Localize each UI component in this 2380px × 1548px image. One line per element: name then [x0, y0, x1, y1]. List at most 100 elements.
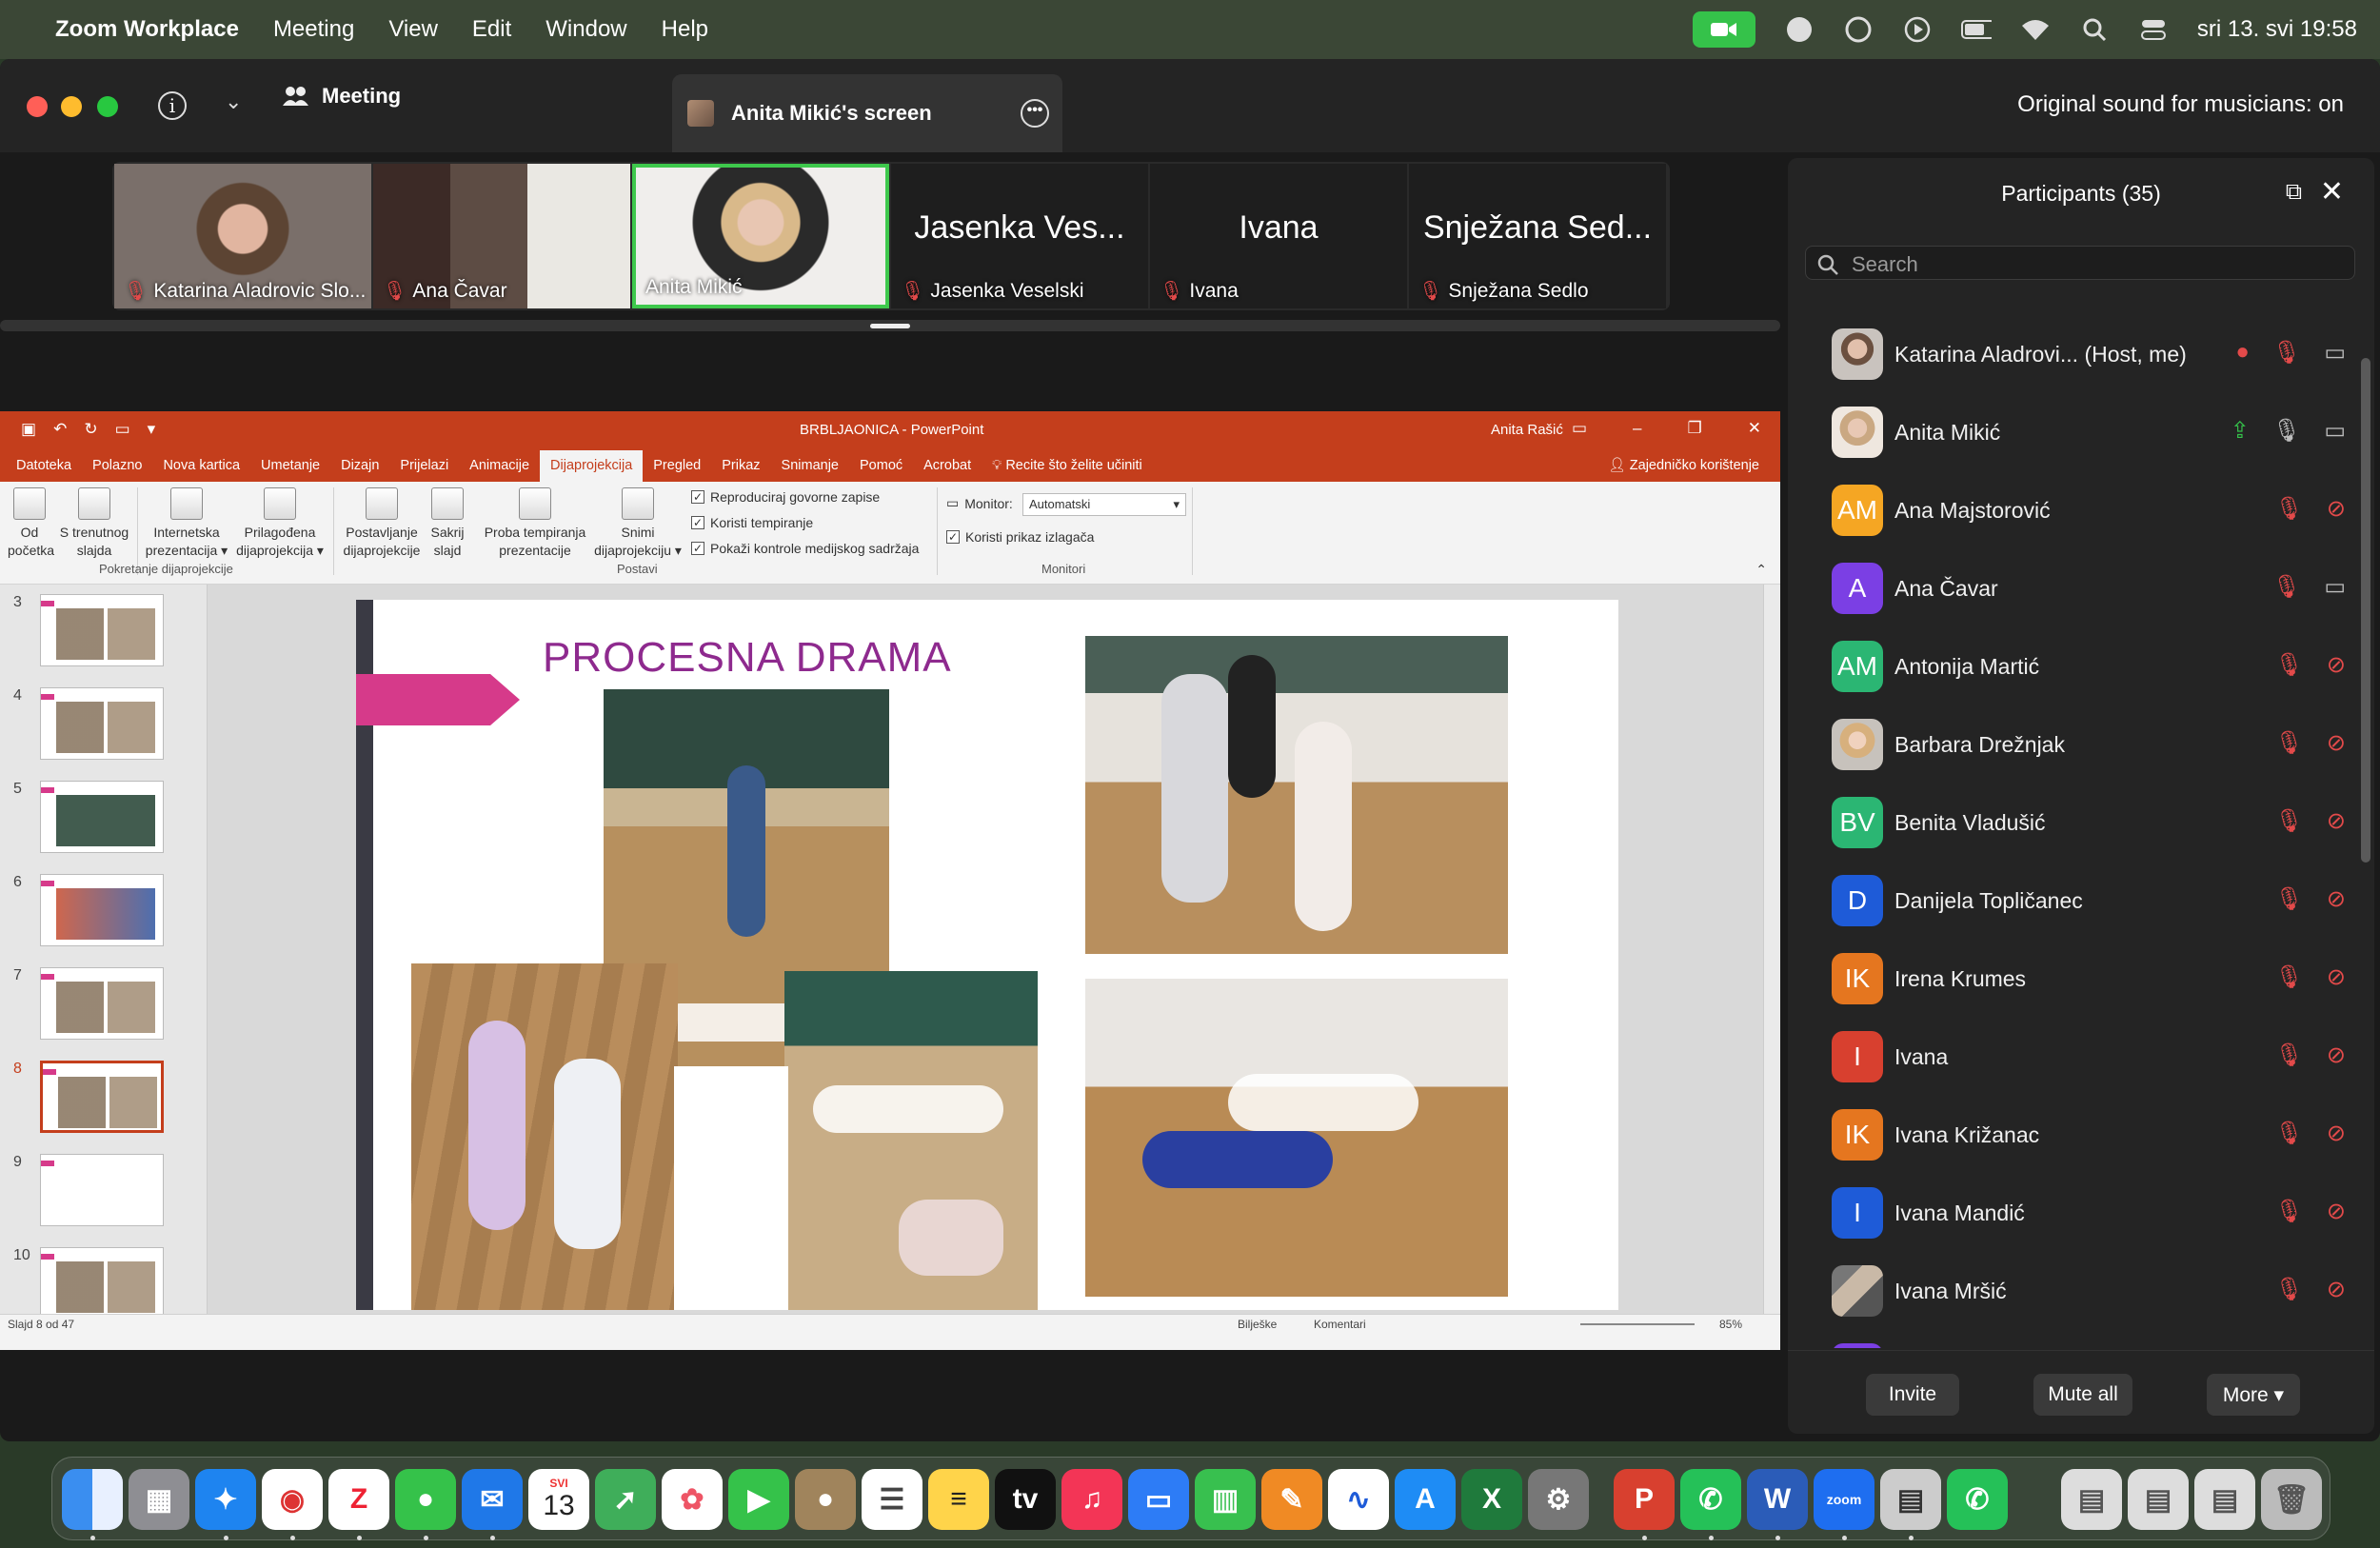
participant-row[interactable]: Katarina Aladrovi... (Host, me) ● 🎙︎ ▭ — [1832, 326, 2346, 383]
participant-row[interactable]: I Ivana 🎙︎ ⊘ — [1832, 1028, 2346, 1085]
undo-icon[interactable]: ↶ — [53, 420, 67, 439]
slide-photo[interactable] — [784, 971, 1038, 1310]
more-options-icon[interactable]: ••• — [1021, 99, 1049, 128]
minimize-icon[interactable]: – — [1633, 419, 1641, 438]
chevron-down-icon[interactable]: ⌄ — [225, 89, 242, 114]
participant-row[interactable]: D Danijela Topličanec 🎙︎ ⊘ — [1832, 872, 2346, 929]
video-off-icon[interactable]: ⊘ — [2327, 651, 2346, 679]
recent-document-icon[interactable]: ▤ — [2061, 1469, 2122, 1530]
custom-slideshow-button[interactable]: Prilagođena dijaprojekcija ▾ — [232, 487, 327, 560]
redo-icon[interactable]: ↻ — [84, 420, 97, 439]
video-off-icon[interactable]: ⊘ — [2327, 807, 2346, 835]
zotero-icon[interactable]: Z — [328, 1469, 389, 1530]
mic-muted-icon[interactable]: 🎙︎ — [2274, 963, 2303, 991]
participant-row[interactable]: JVJasenka Veselski🎙︎⊘ — [1832, 1340, 2346, 1348]
facetime-icon[interactable]: ▶ — [728, 1469, 789, 1530]
original-sound-status[interactable]: Original sound for musicians: on — [2017, 91, 2344, 118]
vertical-scrollbar[interactable] — [1763, 585, 1780, 1314]
video-tile[interactable]: Snježana Sed... 🎙︎ Snježana Sedlo — [1409, 164, 1666, 308]
pages-icon[interactable]: ✎ — [1261, 1469, 1322, 1530]
menu-date-time[interactable]: sri 13. svi 19:58 — [2197, 16, 2357, 43]
slide-thumbnail[interactable] — [40, 1154, 164, 1226]
tab-prijelazi[interactable]: Prijelazi — [389, 458, 459, 482]
launchpad-icon[interactable]: ▦ — [129, 1469, 189, 1530]
app-store-icon[interactable]: A — [1395, 1469, 1456, 1530]
mic-muted-icon[interactable]: 🎙︎ — [2274, 1042, 2303, 1069]
mic-muted-icon[interactable]: 🎙︎ — [2274, 651, 2303, 679]
mic-muted-icon[interactable]: 🎙︎ — [2272, 339, 2301, 367]
slide-thumbnail[interactable] — [40, 687, 164, 760]
messages-icon[interactable]: ● — [395, 1469, 456, 1530]
customize-qat-icon[interactable]: ▾ — [148, 420, 156, 439]
wifi-icon[interactable] — [2020, 14, 2051, 45]
mic-muted-icon[interactable]: 🎙︎ — [2274, 1276, 2303, 1303]
ribbon-display-icon[interactable]: ▭ — [1572, 419, 1587, 438]
participant-row[interactable]: A Ana Čavar 🎙︎ ▭ — [1832, 560, 2346, 617]
from-current-slide-button[interactable]: S trenutnog slajda — [55, 487, 133, 560]
participant-search-input[interactable]: Search — [1805, 246, 2355, 280]
share-button[interactable]: 👤︎ Zajedničko korištenje — [1608, 457, 1759, 473]
mic-muted-icon[interactable]: 🎙︎ — [2274, 885, 2303, 913]
play-narrations-checkbox[interactable]: ✓ Reproduciraj govorne zapise — [691, 489, 880, 505]
participant-row[interactable]: BV Benita Vladušić 🎙︎ ⊘ — [1832, 794, 2346, 851]
mic-muted-icon[interactable]: 🎙︎ — [2274, 495, 2303, 523]
mic-muted-icon[interactable]: 🎙︎ — [2274, 729, 2303, 757]
record-slideshow-button[interactable]: Snimi dijaprojekciju ▾ — [594, 487, 682, 560]
participant-row[interactable]: AM Antonija Martić 🎙︎ ⊘ — [1832, 638, 2346, 695]
excel-icon[interactable]: X — [1461, 1469, 1522, 1530]
tab-pomoc[interactable]: Pomoć — [849, 458, 913, 482]
video-off-icon[interactable]: ⊘ — [2327, 1042, 2346, 1069]
rehearse-timings-button[interactable]: Proba tempiranja prezentacije — [476, 487, 594, 560]
restore-icon[interactable]: ❐ — [1688, 419, 1702, 438]
tab-nova-kartica[interactable]: Nova kartica — [152, 458, 250, 482]
video-off-icon[interactable]: ⊘ — [2327, 1198, 2346, 1225]
slide-title[interactable]: PROCESNA DRAMA — [543, 634, 952, 682]
menu-help[interactable]: Help — [662, 16, 708, 43]
acrobat-icon[interactable]: P — [1614, 1469, 1675, 1530]
music-icon[interactable]: ♫ — [1061, 1469, 1122, 1530]
zoom-slider[interactable] — [1580, 1323, 1695, 1325]
tab-polazno[interactable]: Polazno — [82, 458, 152, 482]
participant-row[interactable]: Anita Mikić ⇪ 🎙︎ ▭ — [1832, 404, 2346, 461]
video-tile[interactable]: Ivana 🎙︎ Ivana — [1150, 164, 1407, 308]
tab-animacije[interactable]: Animacije — [459, 458, 540, 482]
screen-share-status-icon[interactable] — [1843, 14, 1874, 45]
monitor-select[interactable]: Automatski ▾ — [1022, 493, 1186, 516]
tell-me-search[interactable]: 💡︎ Recite što želite učiniti — [982, 458, 1153, 482]
tab-datoteka[interactable]: Datoteka — [6, 458, 82, 482]
mail-icon[interactable]: ✉ — [462, 1469, 523, 1530]
participant-list-scrollbar[interactable] — [2361, 358, 2370, 863]
video-tile-active-speaker[interactable]: Anita Mikić — [632, 164, 889, 308]
video-tile[interactable]: 🎙︎ Katarina Aladrovic Slo... — [114, 164, 371, 308]
contacts-icon[interactable]: ● — [795, 1469, 856, 1530]
slide-photo[interactable] — [1085, 979, 1508, 1297]
tab-prikaz[interactable]: Prikaz — [711, 458, 770, 482]
show-media-controls-checkbox[interactable]: ✓ Pokaži kontrole medijskog sadržaja — [691, 541, 919, 556]
notes-button[interactable]: Bilješke — [1238, 1318, 1277, 1331]
video-off-icon[interactable]: ⊘ — [2327, 1120, 2346, 1147]
from-beginning-button[interactable]: Od početka — [8, 487, 54, 560]
tab-snimanje[interactable]: Snimanje — [771, 458, 849, 482]
photos-icon[interactable]: ✿ — [662, 1469, 723, 1530]
menu-app-name[interactable]: Zoom Workplace — [55, 16, 239, 43]
menu-meeting[interactable]: Meeting — [273, 16, 354, 43]
menu-window[interactable]: Window — [545, 16, 626, 43]
maps-icon[interactable]: ➚ — [595, 1469, 656, 1530]
minimize-window-button[interactable] — [61, 96, 82, 117]
slide-thumbnail[interactable] — [40, 874, 164, 946]
comments-button[interactable]: Komentari — [1314, 1318, 1366, 1331]
use-timings-checkbox[interactable]: ✓ Koristi tempiranje — [691, 515, 813, 530]
info-icon[interactable]: i — [158, 91, 187, 120]
participant-row[interactable]: I Ivana Mandić 🎙︎ ⊘ — [1832, 1184, 2346, 1241]
zoom-app-icon[interactable]: zoom — [1814, 1469, 1874, 1530]
collapse-ribbon-icon[interactable]: ⌃ — [1755, 562, 1767, 578]
hide-slide-button[interactable]: Sakrij slajd — [426, 487, 468, 560]
current-slide[interactable]: PROCESNA DRAMA — [356, 600, 1618, 1310]
slide-thumbnail[interactable] — [40, 967, 164, 1040]
participant-row[interactable]: Barbara Drežnjak 🎙︎ ⊘ — [1832, 716, 2346, 773]
invite-button[interactable]: Invite — [1866, 1374, 1959, 1416]
slide-thumbnail-selected[interactable] — [40, 1061, 164, 1133]
slide-thumbnail[interactable] — [40, 781, 164, 853]
chrome-icon[interactable]: ◉ — [262, 1469, 323, 1530]
menu-edit[interactable]: Edit — [472, 16, 511, 43]
